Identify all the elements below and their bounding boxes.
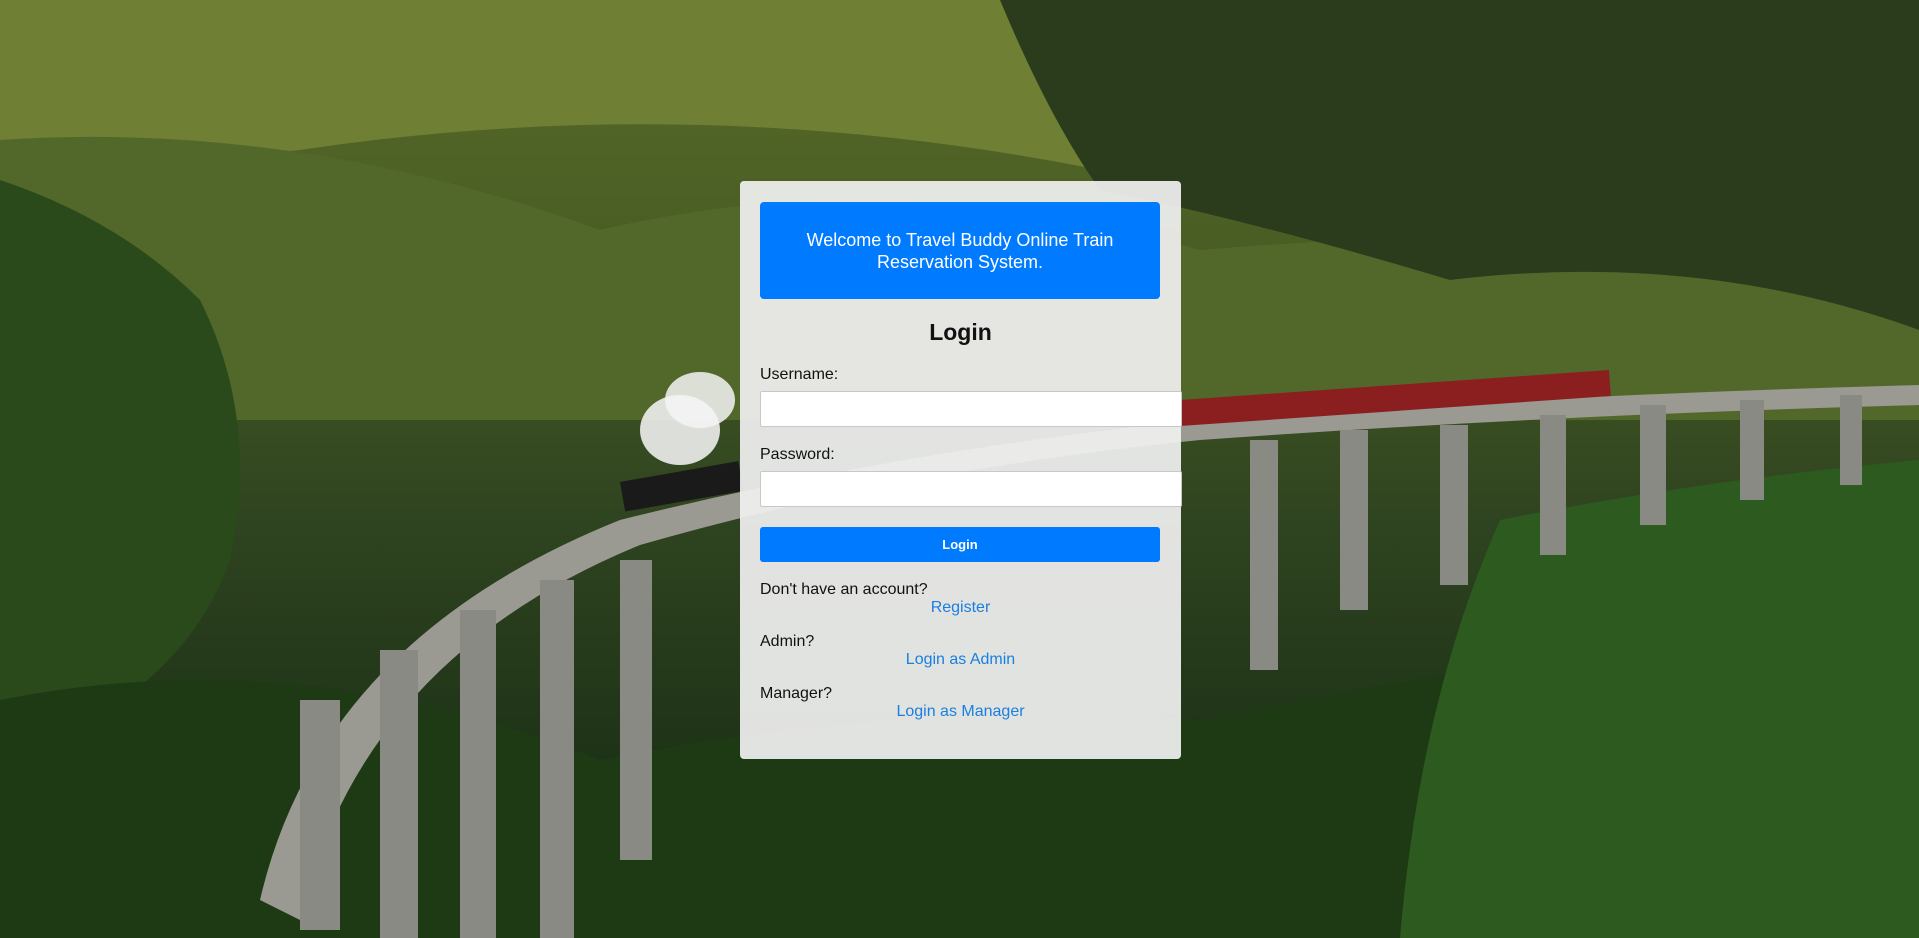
username-label: Username: bbox=[760, 366, 839, 383]
password-input[interactable] bbox=[760, 471, 1182, 507]
login-as-manager-link[interactable]: Login as Manager bbox=[740, 703, 1181, 721]
login-title: Login bbox=[929, 319, 992, 345]
login-as-admin-link[interactable]: Login as Admin bbox=[740, 651, 1181, 669]
login-button[interactable]: Login bbox=[760, 527, 1160, 562]
password-label: Password: bbox=[760, 446, 835, 463]
register-prompt: Don't have an account? bbox=[760, 581, 928, 598]
username-input[interactable] bbox=[760, 391, 1182, 427]
admin-prompt: Admin? bbox=[760, 633, 815, 650]
welcome-banner: Welcome to Travel Buddy Online Train Res… bbox=[760, 202, 1160, 299]
welcome-text: Welcome to Travel Buddy Online Train Res… bbox=[806, 229, 1114, 272]
register-link[interactable]: Register bbox=[740, 599, 1181, 617]
login-card: Welcome to Travel Buddy Online Train Res… bbox=[740, 181, 1182, 759]
manager-prompt: Manager? bbox=[760, 685, 833, 702]
